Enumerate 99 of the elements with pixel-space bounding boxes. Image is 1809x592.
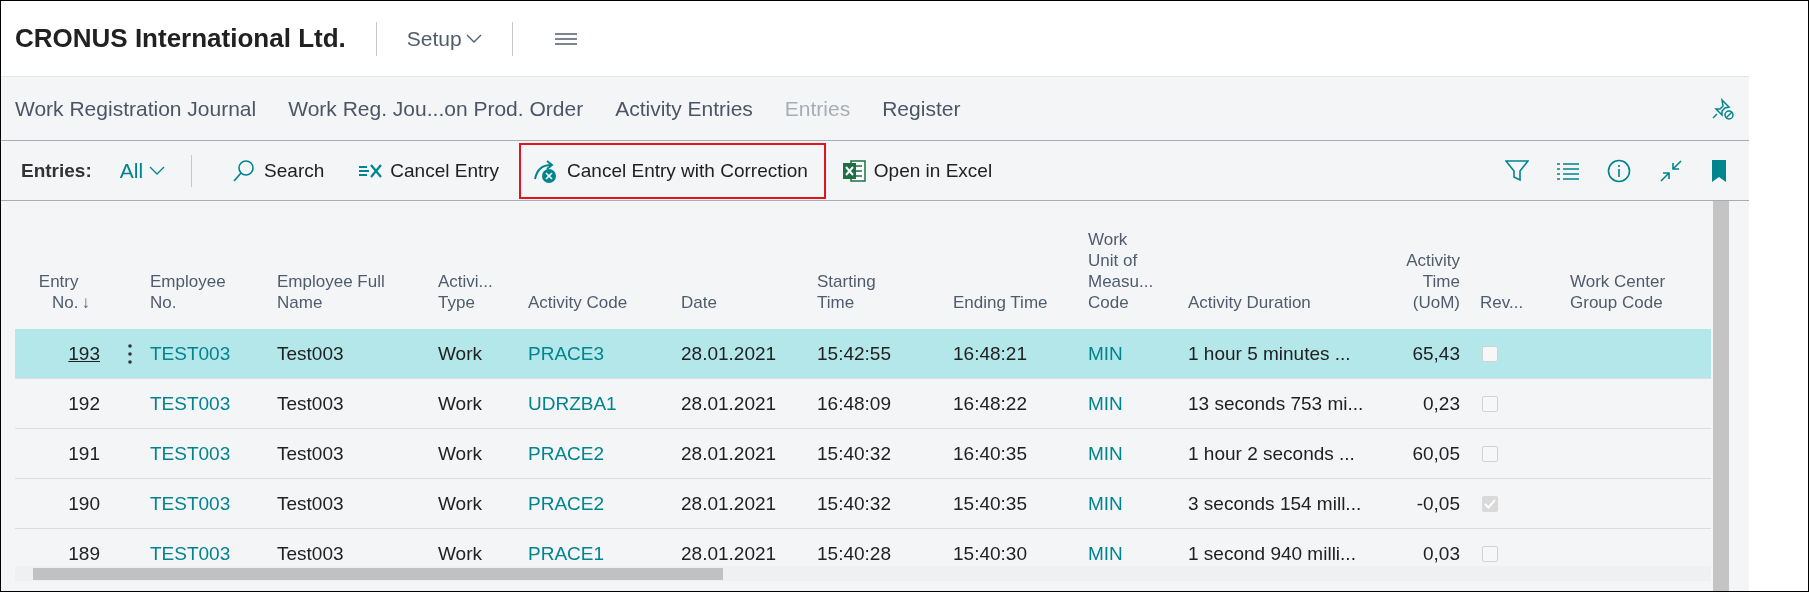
more-options-icon[interactable] — [128, 343, 132, 364]
table-cell: 191 — [68, 442, 100, 465]
table-cell: 13 seconds 753 mi... — [1188, 392, 1364, 414]
company-name: CRONUS International Ltd. — [15, 23, 346, 54]
table-cell: 0,03 — [1423, 542, 1460, 564]
pin-icon[interactable] — [1711, 96, 1735, 121]
table-link[interactable]: UDRZBA1 — [528, 392, 617, 414]
table-cell: Test003 — [277, 442, 344, 464]
column-header[interactable]: Employee No. — [150, 271, 226, 313]
table-link[interactable]: PRACE2 — [528, 492, 605, 514]
table-cell: 16:48:09 — [817, 392, 891, 414]
column-header[interactable]: Activity Code — [528, 292, 628, 313]
table-link[interactable]: PRACE3 — [528, 342, 605, 364]
table-link[interactable]: MIN — [1088, 442, 1123, 464]
nav-tab[interactable]: Register — [882, 96, 961, 121]
collapse-icon[interactable] — [1659, 158, 1683, 183]
column-header[interactable]: Entry No. — [38, 271, 79, 313]
table-cell: 60,05 — [1412, 442, 1460, 464]
table-cell: 189 — [68, 542, 100, 565]
table-cell: 15:42:55 — [817, 342, 891, 364]
column-header[interactable]: Activi... Type — [438, 271, 493, 313]
table-cell: Work — [438, 542, 482, 564]
table-row[interactable]: 193 TEST003 Test003 Work PRACE3 28.01.2021 15:42:55 16:48:21 MIN 1 hour 5 minutes ... 65,43 — [15, 329, 1711, 379]
table-link[interactable]: TEST003 — [150, 542, 231, 564]
table-cell: Test003 — [277, 492, 344, 514]
table-cell: Test003 — [277, 542, 344, 564]
table-cell: 3 seconds 154 mill... — [1188, 492, 1362, 514]
table-cell: 15:40:35 — [953, 492, 1027, 514]
chevron-down-icon — [149, 165, 166, 176]
sort-indicator: ↓ — [81, 292, 90, 313]
menu-icon[interactable] — [554, 32, 577, 45]
action-button[interactable]: Cancel Entry — [344, 142, 518, 199]
table-cell: 15:40:32 — [817, 492, 891, 514]
table-cell: 28.01.2021 — [681, 392, 777, 414]
column-header[interactable]: Activity Time (UoM) — [1406, 250, 1460, 313]
table-cell: 28.01.2021 — [681, 492, 777, 514]
table-link[interactable]: TEST003 — [150, 342, 231, 364]
table-cell: Test003 — [277, 342, 344, 364]
table-link[interactable]: MIN — [1088, 342, 1123, 364]
table-link[interactable]: TEST003 — [150, 492, 231, 514]
table-cell: 0,23 — [1423, 392, 1460, 414]
table-cell: -0,05 — [1416, 492, 1460, 514]
table-row[interactable]: 190 TEST003 Test003 Work PRACE2 28.01.2021 15:40:32 15:40:35 MIN 3 seconds 154 mill... -0,05 — [15, 479, 1711, 529]
column-header[interactable]: Activity Duration — [1188, 292, 1311, 313]
table-cell: Work — [438, 442, 482, 464]
table-cell: 65,43 — [1412, 342, 1460, 364]
action-button[interactable]: Search — [218, 142, 343, 199]
table-link[interactable]: MIN — [1088, 542, 1123, 564]
table-link[interactable]: MIN — [1088, 392, 1123, 414]
table-row[interactable]: 192 TEST003 Test003 Work UDRZBA1 28.01.2021 16:48:09 16:48:22 MIN 13 seconds 753 mi... 0,23 — [15, 379, 1711, 429]
column-header[interactable]: Ending Time — [953, 292, 1048, 313]
table-link[interactable]: TEST003 — [150, 442, 231, 464]
table-link[interactable]: PRACE2 — [528, 442, 605, 464]
table-link[interactable]: PRACE1 — [528, 542, 605, 564]
table-link[interactable]: TEST003 — [150, 392, 231, 414]
table-cell: 192 — [68, 392, 100, 415]
nav-tab[interactable]: Work Registration Journal — [15, 96, 257, 121]
column-header[interactable]: Employee Full Name — [277, 271, 385, 313]
horizontal-scrollbar[interactable] — [15, 566, 1711, 581]
search-icon — [232, 158, 257, 183]
role-menu[interactable]: Setup — [406, 26, 482, 51]
table-cell: 28.01.2021 — [681, 442, 777, 464]
column-header[interactable]: Rev... — [1480, 292, 1524, 313]
action-button[interactable]: Cancel Entry with Correction — [519, 142, 826, 199]
table-cell: 15:40:32 — [817, 442, 891, 464]
column-header[interactable]: Work Center Group Code — [1570, 271, 1666, 313]
vertical-scrollbar[interactable] — [1713, 201, 1729, 591]
bookmark-icon[interactable] — [1711, 158, 1727, 183]
action-button[interactable]: Open in Excel — [827, 142, 1011, 199]
table-cell: 190 — [68, 492, 100, 515]
table-link[interactable]: MIN — [1088, 492, 1123, 514]
table-cell: 16:48:21 — [953, 342, 1027, 364]
column-header[interactable]: Date — [681, 292, 717, 313]
column-header[interactable]: Starting Time — [817, 271, 876, 313]
table-cell: 1 hour 2 seconds ... — [1188, 442, 1355, 464]
table-cell[interactable]: 193 — [68, 342, 100, 365]
filter-label: Entries: — [21, 159, 92, 182]
excel-icon — [841, 158, 866, 183]
table-cell: 28.01.2021 — [681, 542, 777, 564]
column-header[interactable]: Work Unit of Measu... Code — [1088, 229, 1154, 313]
table-cell: 1 hour 5 minutes ... — [1188, 342, 1351, 364]
table-cell: Work — [438, 342, 482, 364]
table-cell: Work — [438, 392, 482, 414]
table-row[interactable]: 191 TEST003 Test003 Work PRACE2 28.01.2021 15:40:32 16:40:35 MIN 1 hour 2 seconds ... 60,05 — [15, 429, 1711, 479]
table-cell: 1 second 940 milli... — [1188, 542, 1356, 564]
chevron-down-icon — [465, 33, 482, 44]
table-cell: Work — [438, 492, 482, 514]
table-cell: 16:48:22 — [953, 392, 1027, 414]
list-icon[interactable] — [1557, 161, 1579, 180]
filter-dropdown[interactable]: All — [119, 158, 166, 183]
table-cell: 15:40:28 — [817, 542, 891, 564]
filter-icon[interactable] — [1505, 158, 1529, 183]
nav-tab[interactable]: Work Reg. Jou...on Prod. Order — [288, 96, 584, 121]
table-cell: 16:40:35 — [953, 442, 1027, 464]
table-cell: Test003 — [277, 392, 344, 414]
nav-tab[interactable]: Activity Entries — [615, 96, 753, 121]
table-cell: 28.01.2021 — [681, 342, 777, 364]
table-cell: 15:40:30 — [953, 542, 1027, 564]
info-icon[interactable] — [1607, 158, 1631, 183]
